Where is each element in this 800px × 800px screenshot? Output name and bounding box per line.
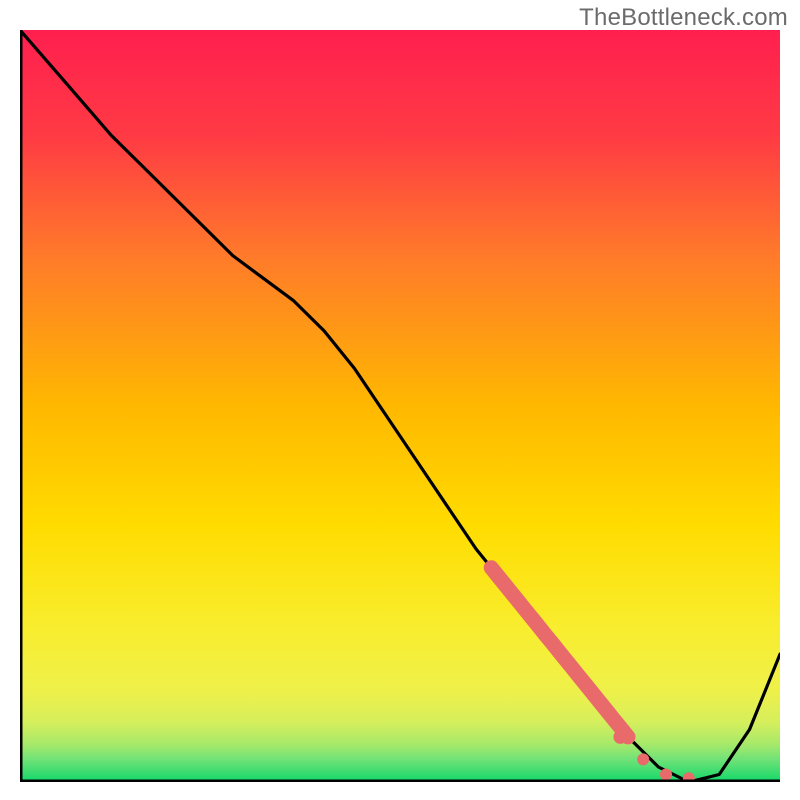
highlight-point	[637, 753, 649, 765]
chart-container: TheBottleneck.com	[0, 0, 800, 800]
watermark-text: TheBottleneck.com	[579, 4, 788, 32]
chart-svg	[20, 30, 780, 782]
plot-area	[20, 30, 780, 782]
highlight-point	[660, 769, 672, 781]
gradient-background	[20, 30, 780, 782]
highlight-point	[613, 730, 627, 744]
